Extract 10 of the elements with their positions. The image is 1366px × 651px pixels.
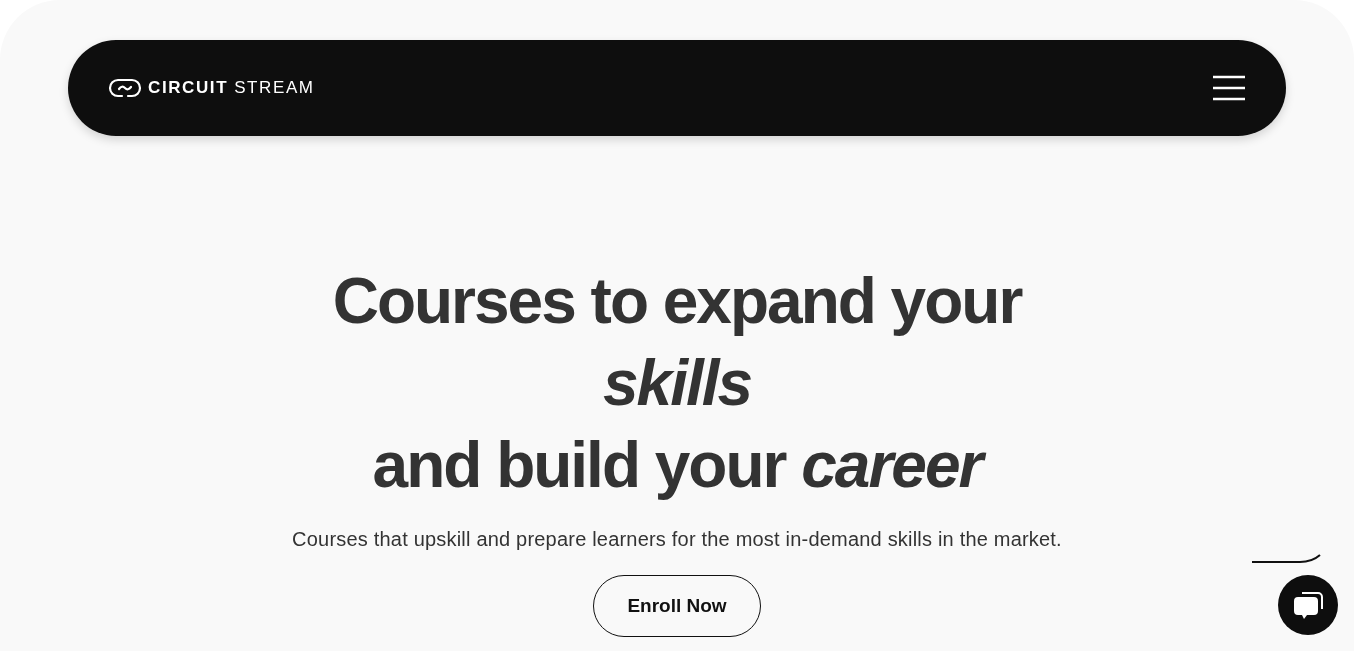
logo-text[interactable]: STREAM — [234, 78, 315, 98]
hero-heading: Courses to expand your skills and build your career — [332, 264, 1022, 503]
hero-subtitle: Courses that upskill and prepare learners for the most in-demand skills in the market. — [292, 528, 1062, 551]
decorative-line — [1252, 553, 1322, 565]
menu-button[interactable] — [1212, 75, 1246, 101]
chat-icon — [1292, 589, 1324, 621]
logo-text[interactable]: CIRCUIT — [148, 78, 229, 98]
logo-icon — [108, 77, 142, 99]
menu-icon — [1212, 75, 1246, 101]
chat-button[interactable] — [1278, 575, 1338, 635]
